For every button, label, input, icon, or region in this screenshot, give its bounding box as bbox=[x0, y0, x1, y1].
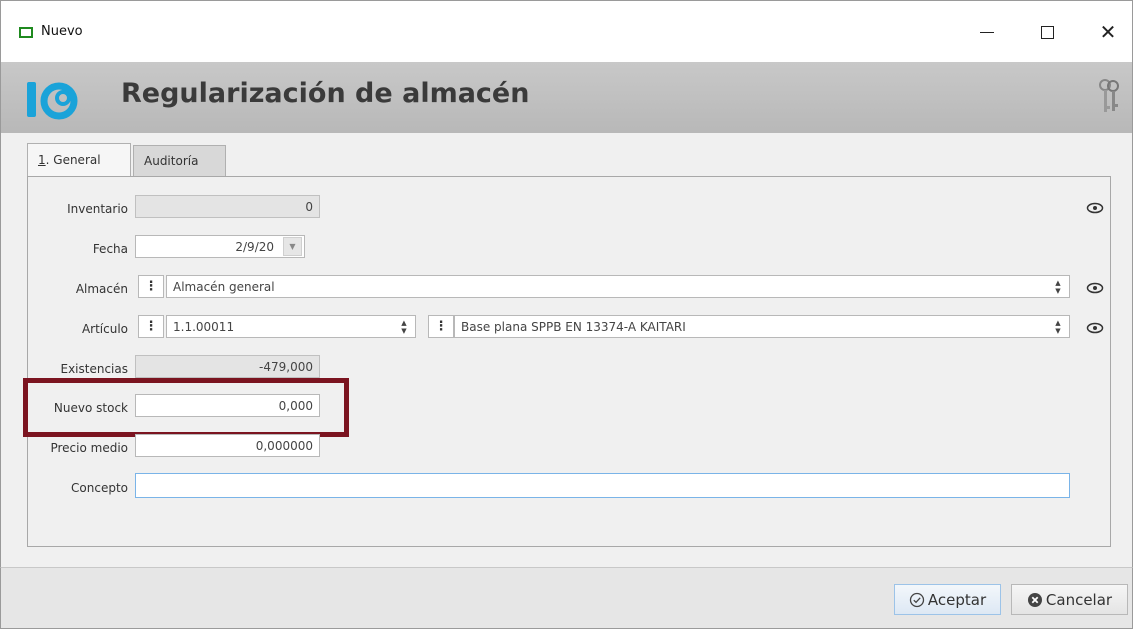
articulo-menu-button[interactable]: ⋮ bbox=[138, 315, 164, 338]
cancel-button[interactable]: Cancelar bbox=[1011, 584, 1128, 615]
keys-icon[interactable] bbox=[1097, 78, 1121, 116]
close-button[interactable]: ✕ bbox=[1088, 17, 1128, 47]
spinner-icon[interactable]: ▲ ▼ bbox=[1051, 316, 1065, 337]
concepto-field[interactable] bbox=[135, 473, 1070, 498]
page-title: Regularización de almacén bbox=[121, 78, 530, 109]
app-logo-icon bbox=[27, 82, 78, 120]
eye-icon[interactable] bbox=[1086, 282, 1104, 294]
menu-dots-icon: ⋮ bbox=[144, 279, 158, 294]
accept-button[interactable]: Aceptar bbox=[894, 584, 1001, 615]
tab-general-number: 1 bbox=[38, 153, 46, 167]
tab-auditoria-label: Auditoría bbox=[144, 154, 199, 168]
almacen-value: Almacén general bbox=[173, 279, 275, 294]
highlight-box bbox=[23, 378, 349, 437]
dialog-footer: Aceptar Cancelar bbox=[0, 567, 1133, 629]
spinner-icon[interactable]: ▲ ▼ bbox=[1051, 276, 1065, 297]
menu-dots-icon: ⋮ bbox=[434, 319, 448, 334]
articulo-description-value: Base plana SPPB EN 13374-A KAITARI bbox=[461, 319, 686, 334]
articulo-description-field[interactable]: Base plana SPPB EN 13374-A KAITARI ▲ ▼ bbox=[454, 315, 1070, 338]
minimize-icon bbox=[980, 31, 994, 33]
tab-general[interactable]: 1. General bbox=[27, 143, 131, 176]
cancel-label: Cancelar bbox=[1045, 590, 1113, 609]
existencias-label: Existencias bbox=[60, 362, 129, 376]
window-icon bbox=[19, 27, 33, 38]
concepto-label: Concepto bbox=[71, 481, 128, 495]
inventario-field: 0 bbox=[135, 195, 320, 218]
inventario-value: 0 bbox=[305, 199, 313, 214]
eye-icon[interactable] bbox=[1086, 202, 1104, 214]
articulo-label: Artículo bbox=[81, 322, 128, 336]
tab-general-label: . General bbox=[45, 153, 101, 167]
form-header: Regularización de almacén bbox=[0, 62, 1133, 133]
precio-medio-field[interactable]: 0,000000 bbox=[135, 434, 320, 457]
close-icon: ✕ bbox=[1099, 20, 1117, 44]
window-title: Nuevo bbox=[41, 24, 83, 39]
minimize-button[interactable] bbox=[967, 17, 1007, 47]
articulo-code-value: 1.1.00011 bbox=[173, 319, 235, 334]
precio-medio-label: Precio medio bbox=[50, 441, 128, 455]
fecha-field[interactable]: 2/9/20 ▼ bbox=[135, 235, 305, 258]
maximize-button[interactable] bbox=[1027, 17, 1067, 47]
cancel-x-icon bbox=[1027, 592, 1042, 607]
inventario-label: Inventario bbox=[67, 202, 128, 216]
existencias-field: -479,000 bbox=[135, 355, 320, 378]
eye-icon[interactable] bbox=[1086, 322, 1104, 334]
tab-auditoria[interactable]: Auditoría bbox=[133, 145, 226, 176]
almacen-field[interactable]: Almacén general ▲ ▼ bbox=[166, 275, 1070, 298]
articulo-code-field[interactable]: 1.1.00011 ▲ ▼ bbox=[166, 315, 416, 338]
dropdown-arrow-icon[interactable]: ▼ bbox=[283, 237, 302, 256]
existencias-value: -479,000 bbox=[259, 359, 313, 374]
check-circle-icon bbox=[909, 592, 925, 607]
fecha-label: Fecha bbox=[92, 242, 128, 256]
window-titlebar: Nuevo ✕ bbox=[0, 0, 1133, 62]
menu-dots-icon: ⋮ bbox=[144, 319, 158, 334]
maximize-icon bbox=[1040, 25, 1054, 39]
almacen-menu-button[interactable]: ⋮ bbox=[138, 275, 164, 298]
accept-label: Aceptar bbox=[927, 590, 987, 609]
spinner-icon[interactable]: ▲ ▼ bbox=[397, 316, 411, 337]
precio-medio-value: 0,000000 bbox=[255, 438, 313, 453]
fecha-value: 2/9/20 bbox=[235, 239, 274, 254]
almacen-label: Almacén bbox=[75, 282, 128, 296]
articulo-desc-menu-button[interactable]: ⋮ bbox=[428, 315, 454, 338]
